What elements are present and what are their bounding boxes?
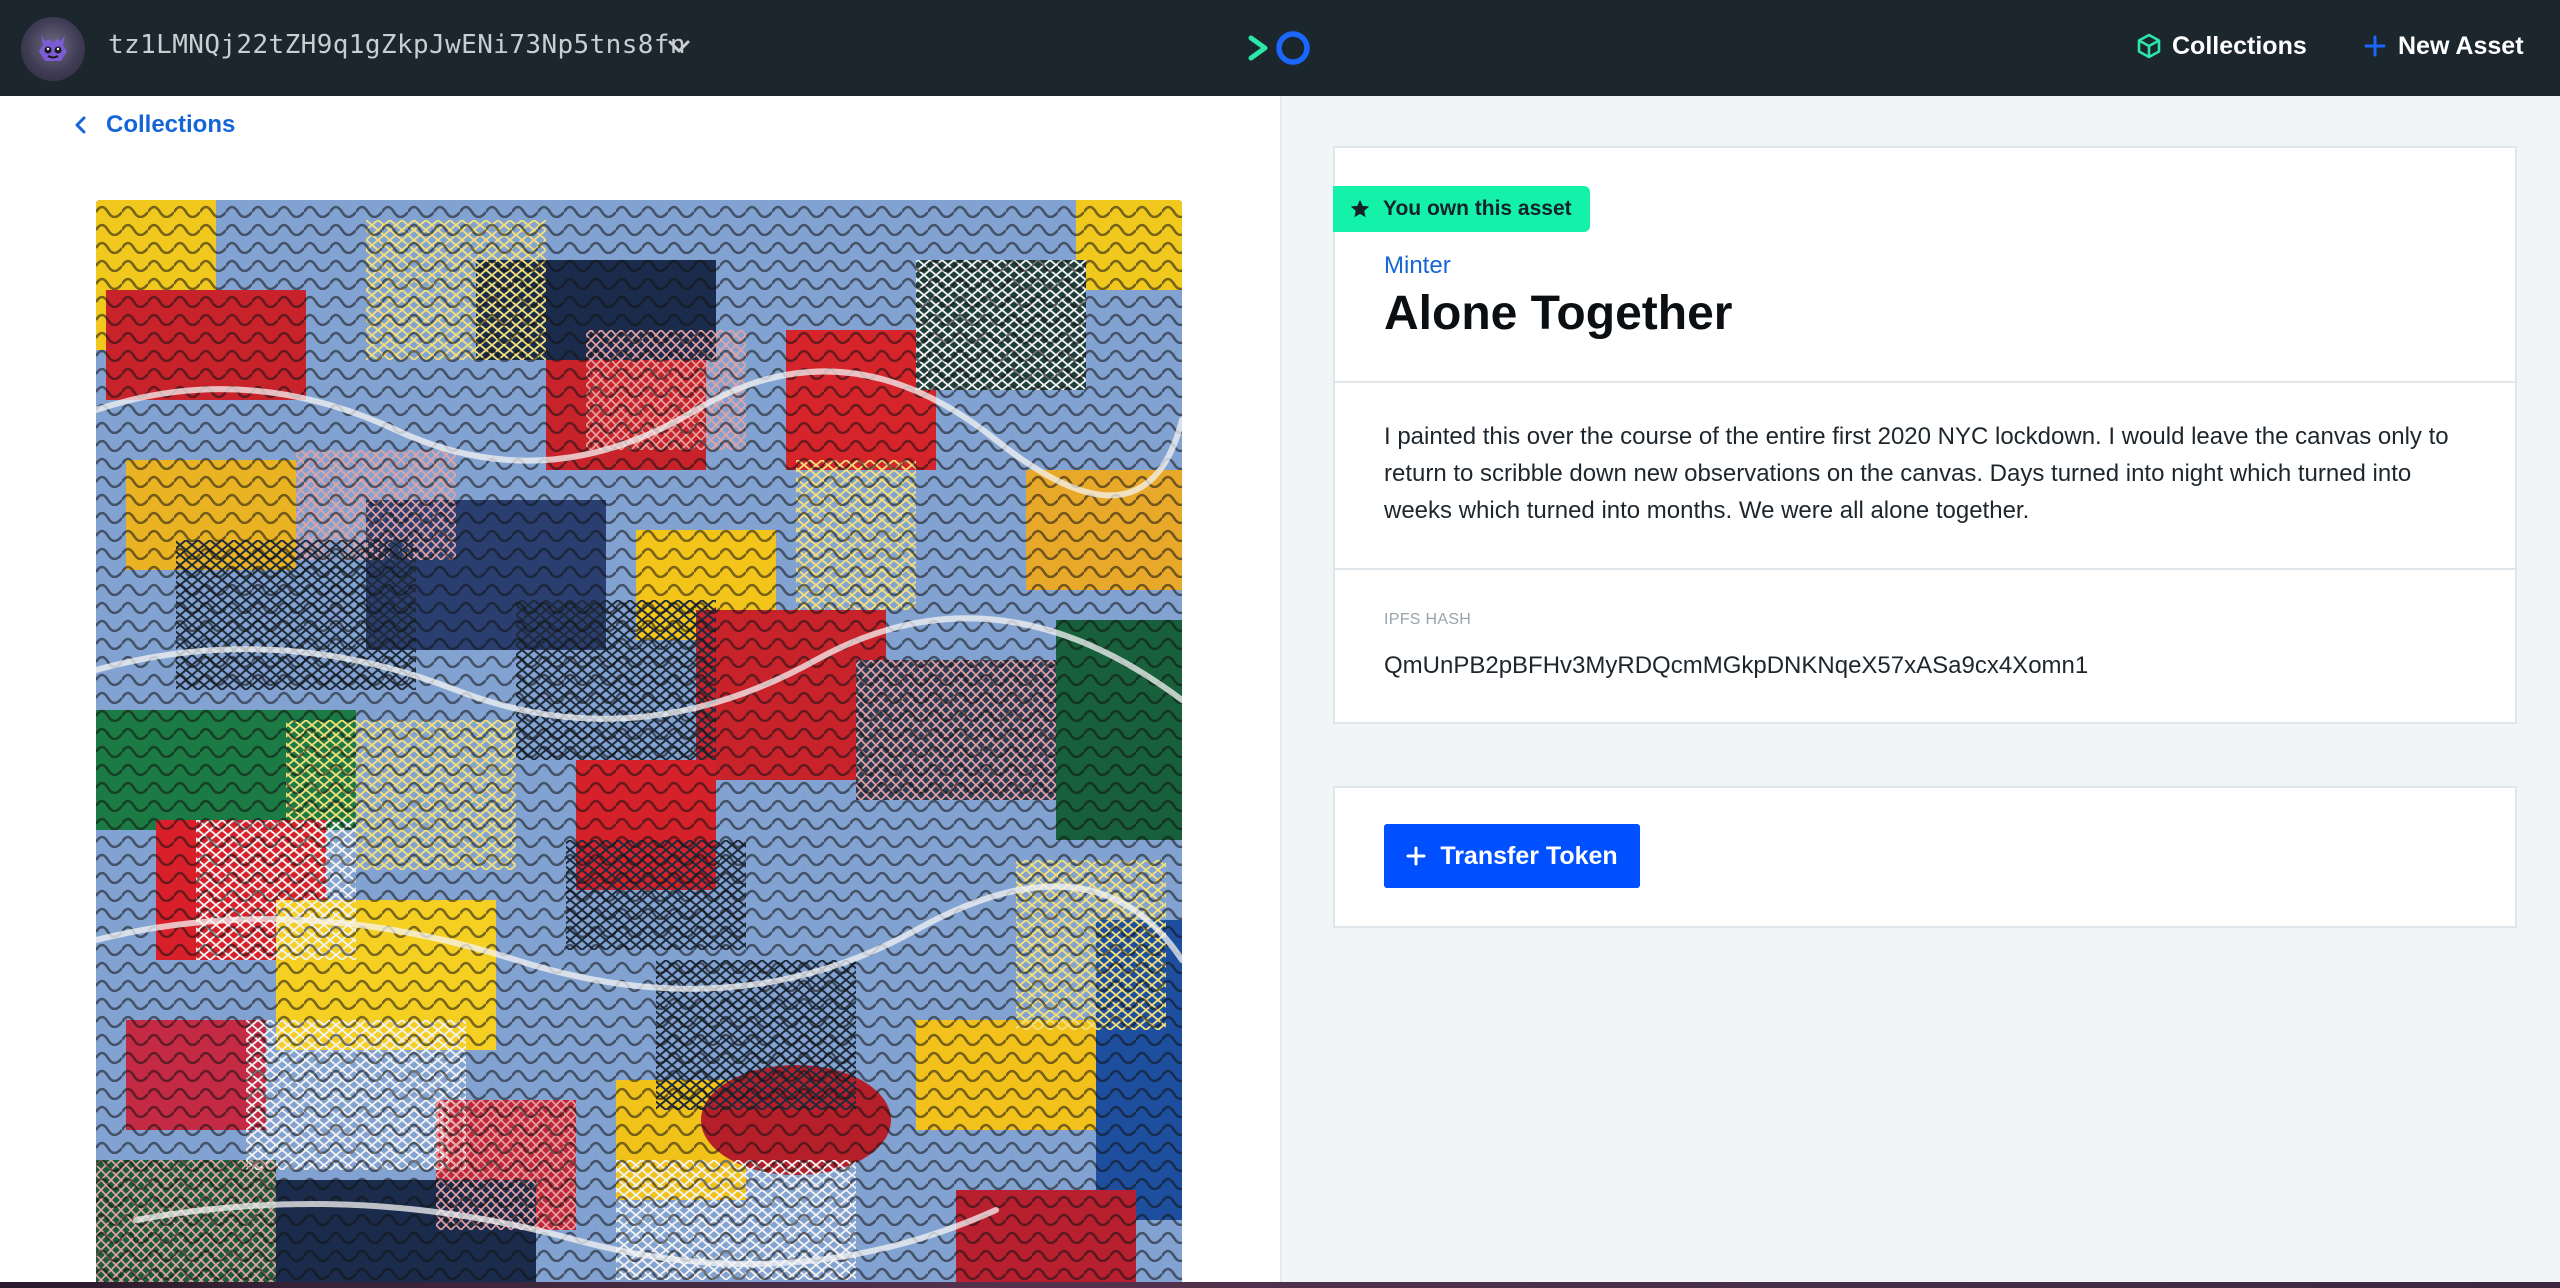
wallet-address[interactable]: tz1LMNQj22tZH9q1gZkpJwENi73Np5tns8fn — [108, 30, 686, 60]
asset-info-card: You own this asset Minter Alone Together… — [1333, 146, 2517, 724]
robot-icon — [39, 35, 67, 61]
minter-logo[interactable] — [1248, 28, 1314, 68]
chevron-left-icon — [75, 116, 86, 134]
cube-icon — [2137, 33, 2161, 59]
star-icon — [1350, 199, 1370, 218]
asset-description: I painted this over the course of the en… — [1384, 423, 2449, 524]
window-bottom-edge — [0, 1282, 2560, 1288]
plus-icon — [1406, 846, 1426, 866]
divider — [1335, 381, 2515, 383]
back-to-collections-link[interactable]: Collections — [74, 108, 235, 142]
asset-actions-card: Transfer Token — [1333, 786, 2517, 928]
transfer-token-label: Transfer Token — [1440, 841, 1618, 870]
owner-badge-label: You own this asset — [1383, 197, 1572, 220]
asset-artwork-image — [96, 200, 1182, 1288]
robot-avatar[interactable] — [21, 17, 85, 81]
ipfs-hash-label: IPFS HASH — [1384, 611, 1472, 628]
chevron-down-icon[interactable] — [664, 32, 694, 62]
back-link-label: Collections — [106, 111, 236, 138]
asset-title: Alone Together — [1384, 287, 1733, 340]
nav-new-asset-label: New Asset — [2398, 31, 2524, 60]
artwork-painting — [96, 200, 1182, 1288]
ipfs-hash-value: QmUnPB2pBFHv3MyRDQcmMGkpDNKNqeX57xASa9cx… — [1384, 652, 2089, 679]
divider — [1335, 568, 2515, 570]
collection-name: Minter — [1384, 252, 1451, 279]
plus-icon — [2364, 35, 2386, 57]
nav-new-asset-button[interactable]: New Asset — [2364, 28, 2524, 64]
nav-collections-link[interactable]: Collections — [2136, 28, 2307, 64]
owner-badge: You own this asset — [1333, 186, 1590, 232]
nav-collections-label: Collections — [2172, 31, 2307, 60]
transfer-token-button[interactable]: Transfer Token — [1384, 824, 1640, 888]
asset-image-panel: Collections — [0, 96, 1282, 1288]
top-navbar: tz1LMNQj22tZH9q1gZkpJwENi73Np5tns8fn Col… — [0, 0, 2560, 96]
